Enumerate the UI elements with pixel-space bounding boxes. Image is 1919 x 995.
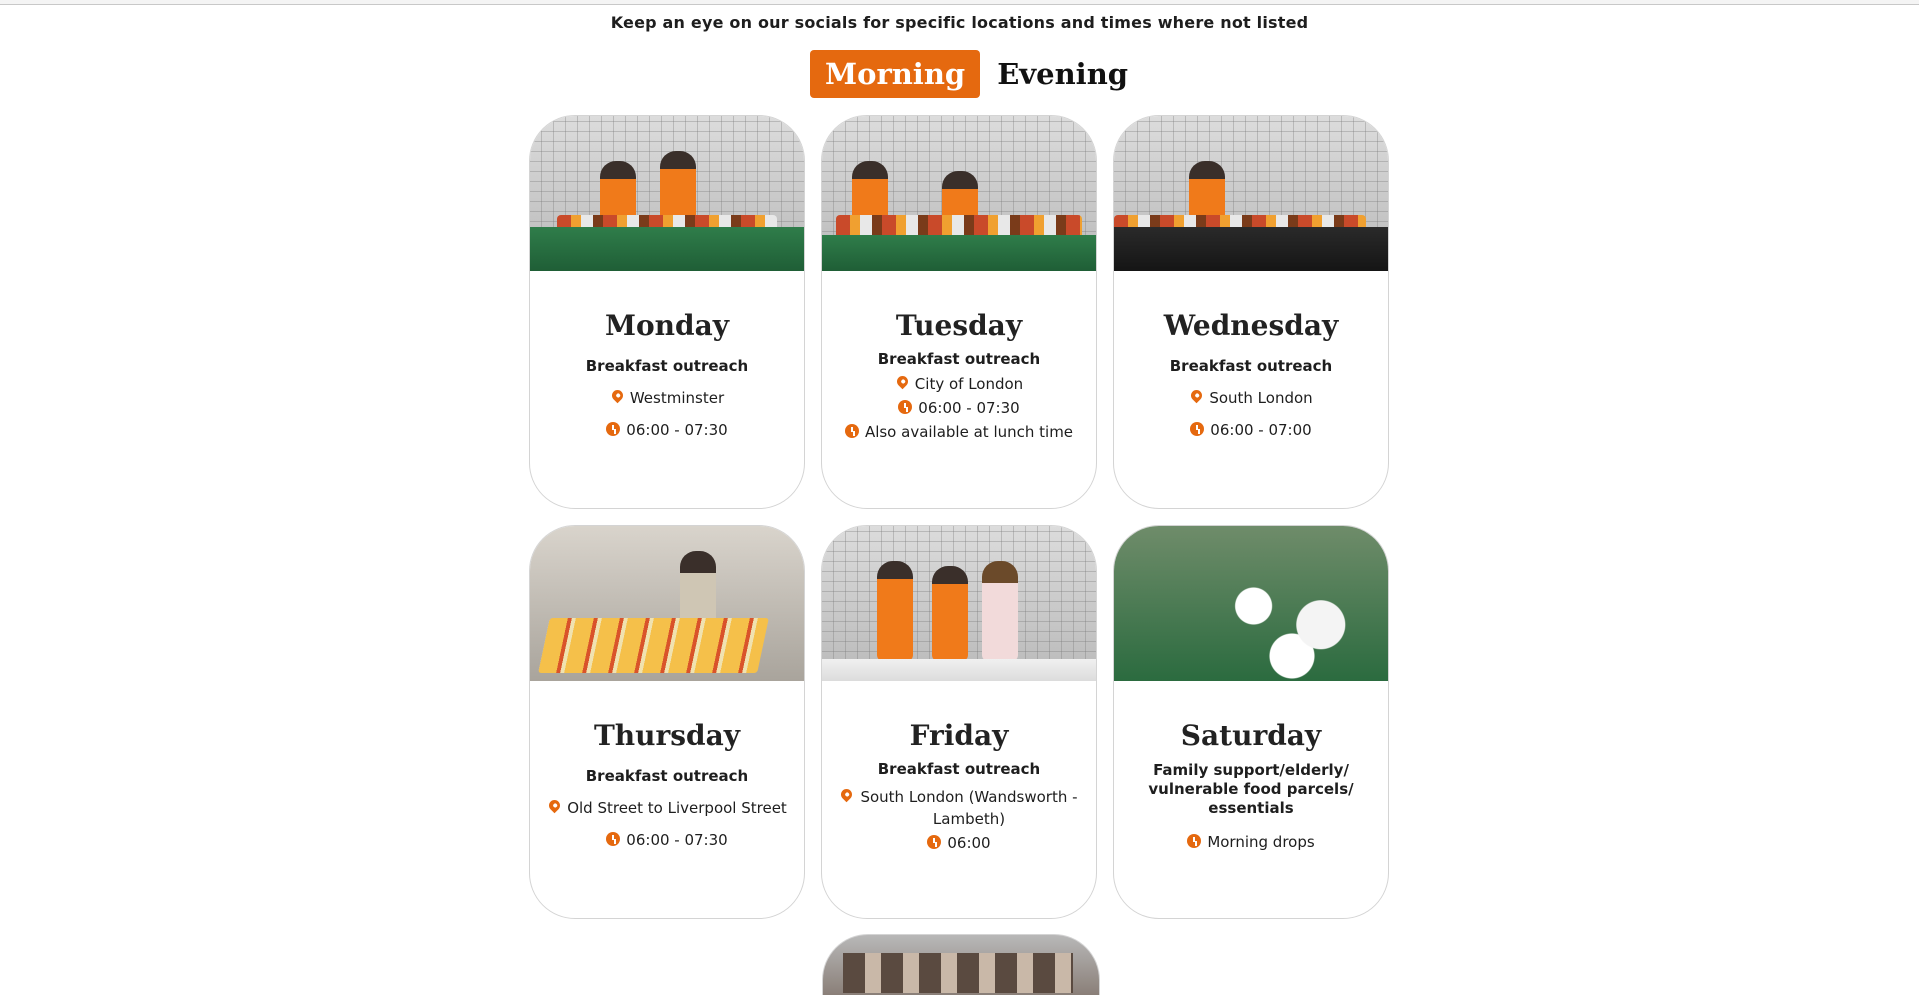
time-of-day-tabs: Morning Evening bbox=[810, 50, 1145, 98]
outreach-photo bbox=[1114, 526, 1388, 681]
location-pin-icon bbox=[894, 373, 911, 391]
location-row: Old Street to Liverpool Street bbox=[540, 797, 794, 819]
schedule-grid: Monday Breakfast outreach Westminster 06… bbox=[529, 115, 1389, 919]
service-subtitle: Breakfast outreach bbox=[585, 357, 749, 375]
location-row: South London bbox=[1124, 387, 1378, 409]
location-row: South London (Wandsworth - Lambeth) bbox=[832, 786, 1086, 830]
time-row: 06:00 - 07:30 bbox=[832, 397, 1086, 419]
outreach-photo bbox=[530, 526, 804, 681]
tab-evening[interactable]: Evening bbox=[982, 50, 1143, 98]
outreach-photo bbox=[822, 526, 1096, 681]
clock-icon bbox=[927, 835, 942, 850]
schedule-card-wednesday: Wednesday Breakfast outreach South Londo… bbox=[1113, 115, 1389, 509]
top-divider bbox=[0, 0, 1919, 5]
outreach-photo bbox=[530, 116, 804, 271]
socials-notice: Keep an eye on our socials for specific … bbox=[610, 13, 1309, 32]
outreach-photo bbox=[843, 953, 1073, 993]
schedule-card-partial bbox=[822, 934, 1100, 995]
location-pin-icon bbox=[838, 786, 855, 804]
location-row: City of London bbox=[832, 373, 1086, 395]
day-title: Monday bbox=[604, 309, 730, 342]
service-subtitle: Family support/elderly/ vulnerable food … bbox=[1148, 761, 1354, 817]
outreach-photo bbox=[822, 116, 1096, 271]
clock-icon bbox=[898, 400, 913, 415]
service-subtitle: Breakfast outreach bbox=[877, 350, 1041, 368]
tab-morning[interactable]: Morning bbox=[810, 50, 981, 98]
outreach-photo bbox=[1114, 116, 1388, 271]
clock-icon bbox=[1187, 834, 1202, 849]
schedule-card-monday: Monday Breakfast outreach Westminster 06… bbox=[529, 115, 805, 509]
time-row: 06:00 bbox=[832, 832, 1086, 854]
time-row: Morning drops bbox=[1124, 831, 1378, 853]
service-subtitle: Breakfast outreach bbox=[585, 767, 749, 785]
lunch-row: Also available at lunch time bbox=[832, 421, 1086, 443]
day-title: Friday bbox=[909, 719, 1009, 752]
time-row: 06:00 - 07:30 bbox=[540, 419, 794, 441]
service-subtitle: Breakfast outreach bbox=[877, 760, 1041, 778]
day-title: Thursday bbox=[593, 719, 741, 752]
schedule-card-saturday: Saturday Family support/elderly/ vulnera… bbox=[1113, 525, 1389, 919]
day-title: Wednesday bbox=[1163, 309, 1339, 342]
clock-icon bbox=[844, 424, 860, 439]
service-subtitle: Breakfast outreach bbox=[1169, 357, 1333, 375]
clock-icon bbox=[606, 832, 621, 847]
time-row: 06:00 - 07:30 bbox=[540, 829, 794, 851]
schedule-card-thursday: Thursday Breakfast outreach Old Street t… bbox=[529, 525, 805, 919]
location-pin-icon bbox=[609, 387, 626, 405]
schedule-card-friday: Friday Breakfast outreach South London (… bbox=[821, 525, 1097, 919]
day-title: Tuesday bbox=[895, 309, 1023, 342]
schedule-card-tuesday: Tuesday Breakfast outreach City of Londo… bbox=[821, 115, 1097, 509]
clock-icon bbox=[606, 422, 621, 437]
location-pin-icon bbox=[1189, 387, 1205, 405]
location-row: Westminster bbox=[540, 387, 794, 409]
clock-icon bbox=[1190, 422, 1205, 437]
day-title: Saturday bbox=[1180, 719, 1322, 752]
time-row: 06:00 - 07:00 bbox=[1124, 419, 1378, 441]
location-pin-icon bbox=[546, 797, 563, 815]
